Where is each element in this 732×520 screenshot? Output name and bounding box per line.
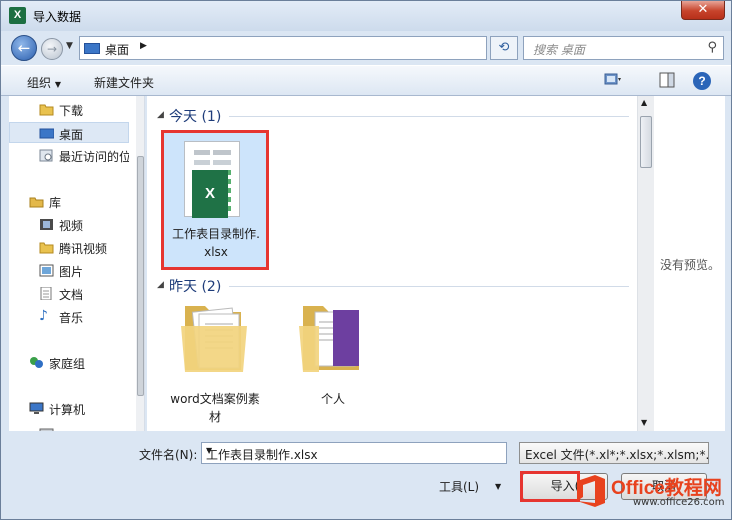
file-list-scrollbar-thumb[interactable]: [640, 116, 652, 168]
scroll-down-icon[interactable]: ▼: [641, 418, 647, 427]
folder-icon: [299, 306, 359, 372]
filetype-select[interactable]: Excel 文件(*.xl*;*.xlsx;*.xlsm;*.: [519, 442, 709, 464]
sidebar-item-label: 图片: [59, 265, 84, 279]
video-icon: [40, 219, 53, 230]
group-header-yesterday[interactable]: 昨天 (2): [169, 276, 221, 296]
sidebar-item-downloads[interactable]: 下载: [9, 99, 129, 120]
sidebar-item-homegroup[interactable]: 家庭组: [9, 352, 129, 373]
preview-pane-icon[interactable]: [657, 72, 677, 90]
address-bar[interactable]: 桌面 ▶: [79, 36, 487, 60]
sidebar-item-tencent-video[interactable]: 腾讯视频: [9, 237, 129, 258]
folder-icon: [39, 242, 54, 254]
filetype-value[interactable]: Excel 文件(*.xl*;*.xlsx;*.xlsm;*.: [525, 446, 708, 463]
group-divider: [229, 116, 629, 117]
sidebar-item-label: 桌面: [59, 128, 84, 142]
watermark-url: www.office26.com: [633, 497, 725, 508]
sidebar-item-label: 腾讯视频: [59, 242, 108, 256]
collapse-triangle-icon[interactable]: ◢: [157, 280, 164, 290]
sidebar-item-library[interactable]: 库: [9, 191, 129, 212]
excel-app-icon: X: [9, 7, 26, 24]
documents-icon: [40, 287, 52, 300]
sidebar-item-recent[interactable]: 最近访问的位: [9, 145, 129, 166]
sidebar-item-computer[interactable]: 计算机: [9, 398, 129, 419]
computer-icon: [29, 402, 44, 414]
chevron-down-icon: ▼: [54, 80, 61, 89]
search-input[interactable]: 搜索 桌面: [533, 41, 585, 58]
forward-button[interactable]: →: [41, 38, 63, 60]
view-options-icon[interactable]: [603, 72, 623, 90]
sidebar-item-label: 下载: [59, 104, 84, 118]
organize-button[interactable]: 组织 ▼: [27, 74, 61, 91]
navigation-pane: 下载 桌面 最近访问的位 库 视频 腾讯视频 图片 文档 ♪ 音乐 家庭组 计算…: [9, 96, 145, 431]
filename-field[interactable]: 工作表目录制作.xlsx ▼: [201, 442, 507, 464]
import-data-dialog: X 导入数据 ✕ ← → ▼ 桌面 ▶ ⟲ 搜索 桌面 ⚲ 组织 ▼ 新建文件夹…: [0, 0, 732, 520]
watermark: Office教程网 www.office26.com: [571, 471, 727, 511]
group-divider: [229, 286, 629, 287]
command-bar: 组织 ▼ 新建文件夹 ?: [1, 65, 731, 96]
download-folder-icon: [39, 104, 54, 116]
preview-pane: 没有预览。: [655, 96, 725, 431]
library-icon: [29, 197, 44, 208]
watermark-brand: Office教程网: [611, 478, 722, 499]
title-bar: X 导入数据 ✕: [1, 1, 731, 31]
sidebar-item-label: 库: [49, 196, 62, 210]
homegroup-icon: [30, 357, 43, 368]
music-icon: ♪: [39, 308, 48, 324]
chevron-right-icon[interactable]: ▶: [140, 41, 147, 51]
sidebar-item-documents[interactable]: 文档: [9, 283, 129, 304]
sidebar-item-local-disk[interactable]: [9, 421, 129, 431]
folder-name-line2: 材: [208, 410, 221, 424]
scroll-up-icon[interactable]: ▲: [641, 98, 647, 107]
help-icon[interactable]: ?: [693, 72, 711, 90]
address-crumb[interactable]: 桌面: [105, 41, 129, 58]
pictures-icon: [39, 264, 54, 277]
nav-scrollbar[interactable]: [136, 96, 144, 431]
recent-places-icon: [39, 149, 53, 162]
desktop-icon: [84, 43, 100, 54]
group-header-today[interactable]: 今天 (1): [169, 106, 221, 126]
sidebar-item-label: 家庭组: [49, 357, 86, 371]
search-box[interactable]: 搜索 桌面 ⚲: [523, 36, 724, 60]
office-logo-icon: [577, 475, 605, 507]
desktop-icon: [39, 128, 54, 139]
sidebar-item-label: 计算机: [49, 403, 86, 417]
close-button[interactable]: ✕: [681, 1, 725, 20]
file-list: ◢ 今天 (1) X 工作表目录制作. xlsx ◢ 昨天 (2) word文档…: [147, 96, 655, 431]
filename-label: 文件名(N):: [139, 448, 198, 462]
sidebar-item-pictures[interactable]: 图片: [9, 260, 129, 281]
sidebar-item-label: 音乐: [59, 311, 84, 325]
chevron-down-icon[interactable]: ▼: [206, 446, 502, 455]
refresh-button[interactable]: ⟲: [490, 36, 518, 60]
collapse-triangle-icon[interactable]: ◢: [157, 110, 164, 120]
nav-scrollbar-thumb[interactable]: [137, 156, 144, 396]
folder-item-personal[interactable]: 个人: [281, 296, 385, 431]
chevron-down-icon[interactable]: ▼: [495, 482, 501, 491]
file-list-scrollbar[interactable]: ▲ ▼: [637, 96, 654, 431]
search-icon[interactable]: ⚲: [707, 40, 717, 55]
organize-label: 组织: [27, 76, 52, 90]
navigation-bar: ← → ▼ 桌面 ▶ ⟲ 搜索 桌面 ⚲: [1, 31, 731, 65]
sidebar-item-label: 文档: [59, 288, 84, 302]
highlight-box: [161, 130, 269, 270]
folder-name-line1: word文档案例素: [170, 392, 260, 406]
folder-name: 个人: [320, 392, 345, 406]
sidebar-item-video[interactable]: 视频: [9, 214, 129, 235]
folder-icon: [181, 306, 247, 372]
sidebar-item-label: 视频: [59, 219, 84, 233]
back-button[interactable]: ←: [11, 35, 37, 61]
window-title: 导入数据: [33, 10, 82, 24]
sidebar-item-music[interactable]: ♪ 音乐: [9, 306, 129, 327]
no-preview-text: 没有预览。: [660, 258, 721, 272]
folder-item-word[interactable]: word文档案例素 材: [163, 296, 267, 431]
sidebar-item-label: 最近访问的位: [59, 150, 129, 164]
sidebar-item-desktop[interactable]: 桌面: [9, 122, 129, 143]
tools-button[interactable]: 工具(L): [439, 478, 479, 495]
history-dropdown-icon[interactable]: ▼: [66, 41, 73, 51]
new-folder-button[interactable]: 新建文件夹: [94, 74, 154, 91]
